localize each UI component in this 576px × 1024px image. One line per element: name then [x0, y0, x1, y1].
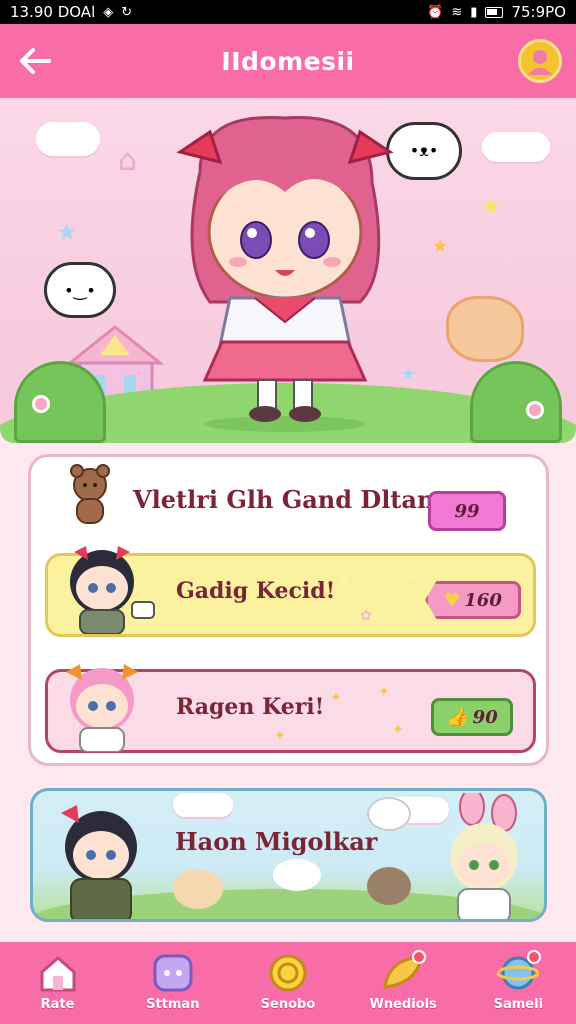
tab-label: Sameli	[493, 997, 544, 1012]
card-label: Vletlri Glh Gand Dltam	[133, 485, 443, 514]
wifi-icon: ≋	[451, 4, 463, 20]
sparkle-icon: ✦	[338, 574, 350, 590]
star-icon: ★	[480, 192, 502, 220]
tab-label: Sttman	[146, 997, 200, 1012]
star-icon: ★	[432, 236, 449, 257]
chibi-girl-character	[176, 115, 394, 432]
planet-icon	[495, 950, 542, 994]
status-time-left: 13.90 DOAl	[10, 3, 96, 21]
teddy-bear-icon	[70, 464, 110, 524]
sparkle-icon: ✦	[408, 570, 420, 586]
rock-creature-icon	[367, 867, 411, 905]
speech-bubble-icon: •‿•	[44, 262, 116, 318]
sync-icon: ↻	[121, 4, 133, 20]
status-bar: 13.90 DOAl ◈ ↻ ⏰ ≋ ▮ 75:9PO	[0, 0, 576, 24]
leaf-icon	[380, 950, 427, 994]
card-badge-value: 160	[464, 589, 502, 611]
sparkle-icon: ✦	[392, 722, 404, 738]
card-label: Ragen Keri!	[176, 694, 325, 720]
card-panel: Vletlri Glh Gand Dltam 99 Gadig Kecid! ✦…	[28, 454, 549, 766]
alarm-icon: ⏰	[427, 4, 444, 20]
tab-senobo[interactable]: Senobo	[238, 952, 338, 1012]
card-badge: 99	[428, 491, 506, 531]
hero-illustration: •ᴥ• •‿• ★ ★ ★ ★ ⌂	[0, 98, 576, 443]
heart-icon: ♥	[444, 589, 461, 611]
tab-wnediols[interactable]: Wnediols	[353, 950, 453, 1012]
home-icon	[35, 952, 81, 994]
card-badge: ♥ 160	[425, 581, 521, 619]
chibi-boy-character	[61, 805, 137, 919]
cloud-creature-icon	[273, 859, 321, 891]
page-title: IIdomesii	[221, 46, 355, 76]
lantern-icon: ⌂	[118, 143, 138, 178]
tab-sttman[interactable]: Sttman	[123, 952, 223, 1012]
coin-icon	[265, 952, 311, 994]
card-badge: 👍 90	[431, 698, 513, 736]
chat-icon	[150, 952, 196, 994]
signal-icon: ▮	[470, 4, 478, 20]
app-bar: IIdomesii	[0, 24, 576, 98]
list-item[interactable]: Gadig Kecid! ✦ ✦ ✿ ♥ 160	[45, 546, 536, 637]
cloud-icon	[482, 132, 550, 162]
chibi-boy-character	[70, 546, 155, 634]
star-icon: ★	[56, 218, 78, 246]
puff-creature-icon	[173, 869, 223, 909]
tab-label: Senobo	[260, 997, 316, 1012]
tab-rate[interactable]: Rate	[8, 952, 108, 1012]
bush-icon	[14, 361, 106, 443]
battery-icon	[485, 6, 504, 18]
status-time-right: 75:9PO	[511, 3, 566, 21]
nfc-icon: ◈	[103, 4, 114, 20]
flower-icon	[32, 395, 50, 413]
ghost-creature-icon	[367, 797, 411, 831]
promo-label: Haon Migolkar	[175, 827, 378, 856]
sparkle-icon: ✦	[330, 690, 342, 706]
back-arrow-icon[interactable]	[16, 42, 54, 80]
promo-banner[interactable]: Haon Migolkar	[30, 788, 547, 922]
tab-sameli[interactable]: Sameli	[468, 950, 568, 1012]
card-label: Gadig Kecid!	[176, 578, 336, 604]
profile-avatar-icon[interactable]	[518, 39, 562, 83]
bottom-tab-bar: Rate Sttman Senobo Wnediols Sameli	[0, 942, 576, 1024]
sparkle-icon: ✿	[360, 608, 372, 624]
list-item[interactable]: Vletlri Glh Gand Dltam 99	[45, 463, 536, 547]
chibi-pink-hair-character	[66, 664, 138, 752]
cloud-icon	[36, 122, 100, 156]
chibi-bunny-girl-character	[450, 793, 518, 919]
sparkle-icon: ✦	[378, 684, 390, 700]
card-badge-value: 90	[472, 706, 498, 728]
list-item[interactable]: Ragen Keri! ✦ ✦ ✦ ✦ 👍 90	[45, 664, 536, 753]
bush-icon	[470, 361, 562, 443]
tab-label: Rate	[40, 997, 75, 1012]
cookie-creature-icon	[446, 296, 524, 362]
cloud-icon	[173, 793, 233, 817]
tab-label: Wnediols	[369, 997, 437, 1012]
sparkle-icon: ✦	[274, 728, 286, 744]
flower-icon	[526, 401, 544, 419]
thumbs-up-icon: 👍	[446, 706, 469, 728]
